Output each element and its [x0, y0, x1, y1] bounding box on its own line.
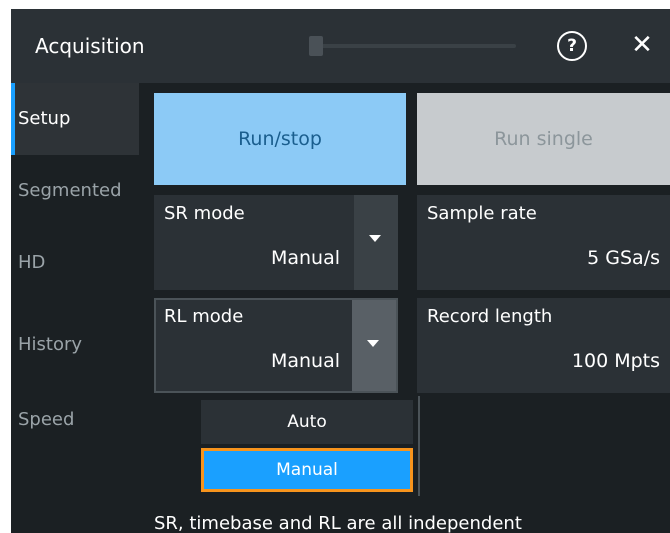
sidebar-item-speed[interactable]: Speed: [11, 384, 139, 456]
dropdown-option-manual[interactable]: Manual: [201, 448, 413, 492]
rl-mode-label: RL mode: [164, 306, 244, 327]
acquisition-dialog: Acquisition ? ✕ Setup Segmented HD Histo…: [11, 9, 670, 533]
status-text: SR, timebase and RL are all independent: [154, 513, 522, 533]
dialog-header: Acquisition ? ✕: [11, 9, 670, 83]
record-length-field[interactable]: Record length 100 Mpts: [417, 298, 670, 393]
sr-mode-label: SR mode: [164, 203, 245, 224]
header-slider-handle[interactable]: [309, 36, 323, 56]
chevron-down-icon[interactable]: [354, 195, 398, 290]
run-stop-button[interactable]: Run/stop: [154, 93, 406, 185]
sidebar-item-setup[interactable]: Setup: [11, 83, 139, 155]
rl-mode-value: Manual: [270, 350, 340, 372]
sidebar-item-hd[interactable]: HD: [11, 227, 139, 299]
sample-rate-label: Sample rate: [427, 203, 537, 224]
dropdown-scrollbar[interactable]: [418, 396, 420, 496]
setup-panel: SR mode Manual Sample rate 5 GSa/s RL mo…: [144, 185, 670, 533]
dialog-title: Acquisition: [35, 34, 145, 58]
sidebar-item-segmented[interactable]: Segmented: [11, 155, 139, 227]
chevron-down-icon[interactable]: [352, 300, 396, 391]
sample-rate-field[interactable]: Sample rate 5 GSa/s: [417, 195, 670, 290]
record-length-value: 100 Mpts: [571, 350, 660, 372]
close-icon[interactable]: ✕: [627, 30, 657, 60]
header-slider-track[interactable]: [311, 44, 516, 48]
run-single-button[interactable]: Run single: [417, 93, 670, 185]
sr-mode-value: Manual: [270, 247, 340, 269]
sr-mode-select[interactable]: SR mode Manual: [154, 195, 398, 290]
dropdown-option-auto[interactable]: Auto: [201, 400, 413, 444]
rl-mode-select[interactable]: RL mode Manual: [154, 298, 398, 393]
help-icon[interactable]: ?: [557, 31, 587, 61]
sidebar-item-history[interactable]: History: [11, 309, 139, 381]
rl-mode-dropdown: Auto Manual: [201, 396, 420, 498]
sample-rate-value: 5 GSa/s: [587, 247, 660, 269]
record-length-label: Record length: [427, 306, 553, 327]
